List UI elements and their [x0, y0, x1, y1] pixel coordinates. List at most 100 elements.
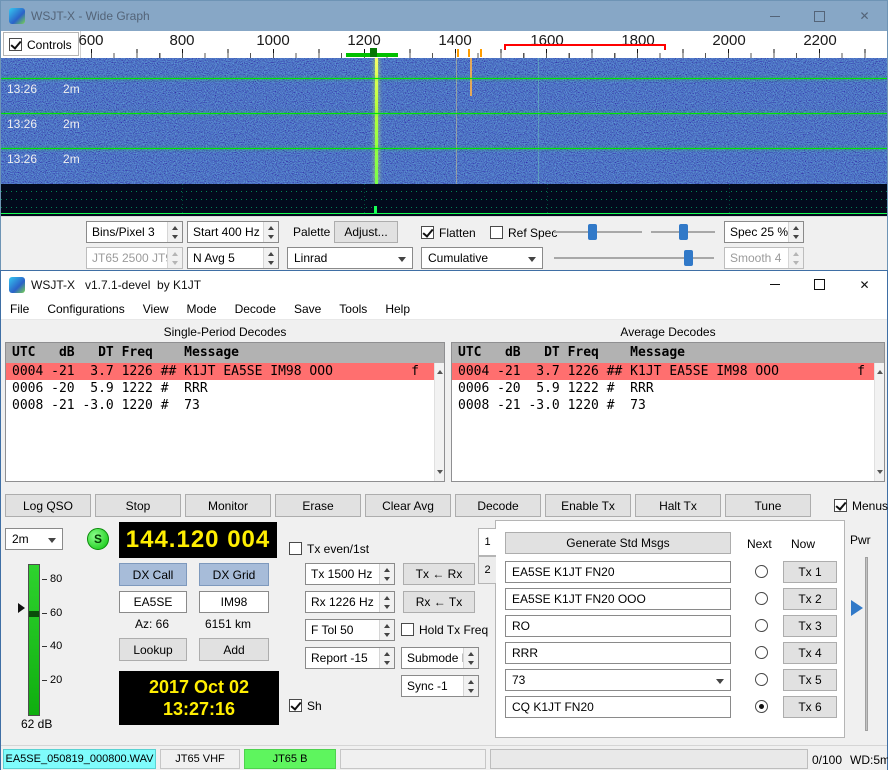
- adjust-button[interactable]: Adjust...: [334, 221, 398, 243]
- spinner-arrows-icon[interactable]: [263, 248, 278, 268]
- tx-message-5-combobox[interactable]: 73: [505, 669, 731, 691]
- erase-button[interactable]: Erase: [275, 494, 361, 517]
- menu-view[interactable]: View: [134, 298, 178, 319]
- tx-5-button[interactable]: Tx 5: [783, 669, 837, 691]
- tx-even-checkbox[interactable]: Tx even/1st: [289, 541, 369, 556]
- dx-call-input[interactable]: EA5SE: [119, 591, 187, 613]
- band-combobox[interactable]: 2m: [5, 528, 63, 550]
- spec-percent-spinner[interactable]: Spec 25 %: [724, 221, 804, 243]
- minimize-icon[interactable]: [752, 1, 797, 31]
- monitor-button[interactable]: Monitor: [185, 494, 271, 517]
- scroll-down-icon[interactable]: [437, 470, 443, 477]
- tx-5-radio[interactable]: [755, 673, 768, 686]
- tab-1[interactable]: 1: [478, 528, 496, 556]
- report-spinner[interactable]: Report -15: [305, 647, 395, 669]
- tx-3-button[interactable]: Tx 3: [783, 615, 837, 637]
- tx-message-4-input[interactable]: RRR: [505, 642, 731, 664]
- spinner-arrows-icon[interactable]: [788, 222, 803, 242]
- maximize-icon[interactable]: [797, 271, 842, 298]
- scroll-up-icon[interactable]: [877, 367, 883, 374]
- tx-2-radio[interactable]: [755, 592, 768, 605]
- tx-1-radio[interactable]: [755, 565, 768, 578]
- menu-save[interactable]: Save: [285, 298, 330, 319]
- dx-call-button[interactable]: DX Call: [119, 563, 187, 586]
- log-qso-button[interactable]: Log QSO: [5, 494, 91, 517]
- menus-checkbox[interactable]: Menus: [834, 498, 888, 513]
- close-icon[interactable]: [842, 271, 887, 298]
- dx-grid-button[interactable]: DX Grid: [199, 563, 269, 586]
- average-decodes-panel[interactable]: UTC dB DT Freq Message 0004 -21 3.7 1226…: [451, 342, 885, 482]
- n-avg-spinner[interactable]: N Avg 5: [187, 247, 279, 269]
- main-titlebar[interactable]: WSJT-X v1.7.1-devel by K1JT: [1, 271, 887, 298]
- maximize-icon[interactable]: [797, 1, 842, 31]
- spinner-arrows-icon[interactable]: [379, 564, 394, 584]
- hold-tx-freq-checkbox[interactable]: Hold Tx Freq: [401, 622, 488, 637]
- spinner-arrows-icon[interactable]: [379, 648, 394, 668]
- sync-spinner[interactable]: Sync -1: [401, 675, 479, 697]
- frequency-scale[interactable]: 600 800 1000 1200 1400 1600 1800 2000 22…: [81, 31, 887, 58]
- halt-tx-button[interactable]: Halt Tx: [635, 494, 721, 517]
- tune-button[interactable]: Tune: [725, 494, 811, 517]
- brightness-slider[interactable]: [554, 247, 714, 269]
- tx-message-3-input[interactable]: RO: [505, 615, 731, 637]
- spinner-arrows-icon[interactable]: [167, 222, 182, 242]
- menu-mode[interactable]: Mode: [178, 298, 226, 319]
- generate-std-msgs-button[interactable]: Generate Std Msgs: [505, 532, 731, 554]
- scrollbar[interactable]: [434, 363, 444, 481]
- dx-grid-input[interactable]: IM98: [199, 591, 269, 613]
- menu-configurations[interactable]: Configurations: [38, 298, 133, 319]
- tx-4-radio[interactable]: [755, 646, 768, 659]
- close-icon[interactable]: [842, 1, 887, 31]
- submode-spinner[interactable]: Submode B: [401, 647, 479, 669]
- tx-4-button[interactable]: Tx 4: [783, 642, 837, 664]
- spinner-arrows-icon[interactable]: [463, 648, 478, 668]
- scroll-up-icon[interactable]: [437, 367, 443, 374]
- decode-row[interactable]: 0008 -21 -3.0 1220 # 73: [6, 397, 434, 414]
- tab-2[interactable]: 2: [478, 556, 496, 584]
- rx-freq-spinner[interactable]: Rx 1226 Hz: [305, 591, 395, 613]
- bins-pixel-spinner[interactable]: Bins/Pixel 3: [86, 221, 183, 243]
- menu-tools[interactable]: Tools: [330, 298, 376, 319]
- tx-message-1-input[interactable]: EA5SE K1JT FN20: [505, 561, 731, 583]
- tx-6-button[interactable]: Tx 6: [783, 696, 837, 718]
- spinner-arrows-icon[interactable]: [379, 620, 394, 640]
- menu-decode[interactable]: Decode: [226, 298, 285, 319]
- zero-slider[interactable]: [651, 221, 715, 243]
- decode-row[interactable]: 0006 -20 5.9 1222 # RRR: [6, 380, 434, 397]
- waterfall-display[interactable]: 13:26 2m 13:26 2m 13:26 2m: [1, 58, 887, 184]
- tx-3-radio[interactable]: [755, 619, 768, 632]
- spinner-arrows-icon[interactable]: [379, 592, 394, 612]
- slider-handle-icon[interactable]: [679, 224, 688, 240]
- scrollbar[interactable]: [874, 363, 884, 481]
- wide-graph-titlebar[interactable]: WSJT-X - Wide Graph: [1, 1, 887, 31]
- stop-button[interactable]: Stop: [95, 494, 181, 517]
- tx-1-button[interactable]: Tx 1: [783, 561, 837, 583]
- gain-slider[interactable]: [554, 221, 642, 243]
- slider-handle-icon[interactable]: [684, 250, 693, 266]
- slider-handle-icon[interactable]: [588, 224, 597, 240]
- ref-spec-checkbox[interactable]: Ref Spec: [490, 225, 557, 240]
- start-freq-spinner[interactable]: Start 400 Hz: [187, 221, 279, 243]
- controls-checkbox[interactable]: Controls: [9, 37, 72, 52]
- clear-avg-button[interactable]: Clear Avg: [365, 494, 451, 517]
- lookup-button[interactable]: Lookup: [119, 638, 187, 661]
- spinner-arrows-icon[interactable]: [463, 676, 478, 696]
- tx-message-2-input[interactable]: EA5SE K1JT FN20 OOO: [505, 588, 731, 610]
- decode-row[interactable]: 0004 -21 3.7 1226 ## K1JT EA5SE IM98 OOO…: [6, 363, 434, 380]
- pwr-slider-handle-icon[interactable]: [851, 600, 863, 616]
- pwr-slider[interactable]: [865, 557, 868, 731]
- tx-from-rx-button[interactable]: Tx ← Rx: [403, 563, 475, 585]
- f-tol-spinner[interactable]: F Tol 50: [305, 619, 395, 641]
- single-period-decodes-panel[interactable]: UTC dB DT Freq Message 0004 -21 3.7 1226…: [5, 342, 445, 482]
- tx-freq-spinner[interactable]: Tx 1500 Hz: [305, 563, 395, 585]
- spinner-arrows-icon[interactable]: [263, 222, 278, 242]
- display-mode-combobox[interactable]: Cumulative: [421, 247, 543, 269]
- tx-message-6-input[interactable]: CQ K1JT FN20: [505, 696, 731, 718]
- flatten-checkbox[interactable]: Flatten: [421, 225, 476, 240]
- add-button[interactable]: Add: [199, 638, 269, 661]
- sh-checkbox[interactable]: Sh: [289, 698, 322, 713]
- tx-2-button[interactable]: Tx 2: [783, 588, 837, 610]
- palette-combobox[interactable]: Linrad: [287, 247, 413, 269]
- decode-row[interactable]: 0006 -20 5.9 1222 # RRR: [452, 380, 874, 397]
- rx-from-tx-button[interactable]: Rx ← Tx: [403, 591, 475, 613]
